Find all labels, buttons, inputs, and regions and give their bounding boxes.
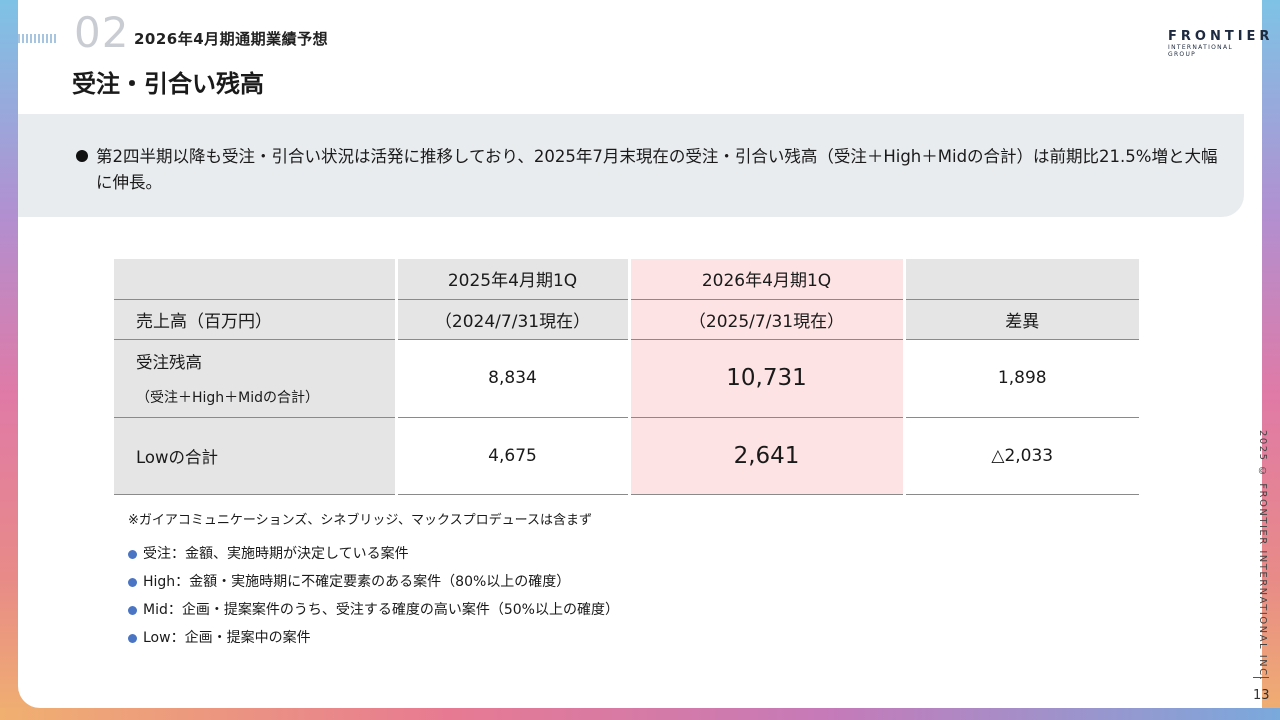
row-header-label: 売上高（百万円） bbox=[114, 299, 396, 340]
list-item: Mid：企画・提案案件のうち、受注する確度の高い案件（50%以上の確度） bbox=[128, 600, 619, 628]
definition-list: 受注：金額、実施時期が決定している案件 High：金額・実施時期に不確定要素のあ… bbox=[128, 544, 619, 656]
logo-subtitle: INTERNATIONAL GROUP bbox=[1168, 44, 1234, 58]
section-title: 2026年4月期通期業績予想 bbox=[134, 30, 329, 48]
header-blank-diff bbox=[902, 259, 1139, 300]
definition-text: 受注：金額、実施時期が決定している案件 bbox=[143, 546, 409, 562]
header-2025-period: 2025年4月期1Q bbox=[394, 259, 629, 300]
header-2026-date: （2025/7/31現在） bbox=[627, 299, 904, 340]
summary-text: 第2四半期以降も受注・引合い状況は活発に推移しており、2025年7月末現在の受注… bbox=[96, 147, 1218, 192]
value-2025: 4,675 bbox=[394, 417, 629, 495]
header-blank-cell bbox=[114, 259, 396, 300]
table-row: Lowの合計 4,675 2,641 △2,033 bbox=[114, 417, 1139, 495]
slide: 02 2026年4月期通期業績予想 受注・引合い残高 FRONTIER INTE… bbox=[18, 0, 1269, 708]
backlog-table: 2025年4月期1Q 2026年4月期1Q 売上高（百万円） （2024/7/3… bbox=[114, 259, 1139, 495]
value-2026: 10,731 bbox=[627, 339, 904, 418]
list-item: High：金額・実施時期に不確定要素のある案件（80%以上の確度） bbox=[128, 572, 619, 600]
table-header-row: 2025年4月期1Q 2026年4月期1Q bbox=[114, 259, 1139, 300]
definition-text: High：金額・実施時期に不確定要素のある案件（80%以上の確度） bbox=[143, 574, 571, 590]
row-label: 受注残高 （受注＋High＋Midの合計） bbox=[114, 339, 396, 418]
logo-name: FRONTIER bbox=[1168, 29, 1274, 44]
bullet-icon bbox=[128, 634, 137, 643]
header-diff: 差異 bbox=[902, 299, 1139, 340]
soundwave-logo-icon bbox=[1097, 25, 1159, 57]
row-label-main: 受注残高 bbox=[136, 353, 202, 372]
row-label-main: Lowの合計 bbox=[136, 447, 218, 467]
header-2026-period: 2026年4月期1Q bbox=[627, 259, 904, 300]
section-number: 02 bbox=[74, 8, 130, 57]
page-number-divider bbox=[1253, 677, 1269, 678]
bullet-icon bbox=[128, 578, 137, 587]
value-2026: 2,641 bbox=[627, 417, 904, 495]
bullet-icon bbox=[128, 550, 137, 559]
value-2025: 8,834 bbox=[394, 339, 629, 418]
list-item: Low：企画・提案中の案件 bbox=[128, 628, 619, 656]
bullet-icon bbox=[128, 606, 137, 615]
list-item: 受注：金額、実施時期が決定している案件 bbox=[128, 544, 619, 572]
value-diff: △2,033 bbox=[902, 417, 1139, 495]
definition-text: Low：企画・提案中の案件 bbox=[143, 630, 311, 646]
footnote: ※ガイアコミュニケーションズ、シネブリッジ、マックスプロデュースは含まず bbox=[128, 513, 592, 528]
bullet-icon bbox=[76, 150, 88, 162]
decorative-stripes bbox=[18, 34, 56, 43]
gradient-frame bbox=[0, 708, 1280, 720]
row-label: Lowの合計 bbox=[114, 417, 396, 495]
header-2025-date: （2024/7/31現在） bbox=[394, 299, 629, 340]
page-title: 受注・引合い残高 bbox=[72, 70, 264, 98]
company-logo: FRONTIER INTERNATIONAL GROUP bbox=[1096, 24, 1269, 58]
page-number: 13 bbox=[1253, 688, 1270, 703]
copyright-text: 2025 © FRONTIER INTERNATIONAL INC. bbox=[1257, 430, 1268, 682]
table-header-row: 売上高（百万円） （2024/7/31現在） （2025/7/31現在） 差異 bbox=[114, 299, 1139, 340]
row-label-sub: （受注＋High＋Midの合計） bbox=[136, 390, 320, 406]
value-diff: 1,898 bbox=[902, 339, 1139, 418]
table-row: 受注残高 （受注＋High＋Midの合計） 8,834 10,731 1,898 bbox=[114, 339, 1139, 418]
definition-text: Mid：企画・提案案件のうち、受注する確度の高い案件（50%以上の確度） bbox=[143, 602, 619, 618]
summary-box: 第2四半期以降も受注・引合い状況は活発に推移しており、2025年7月末現在の受注… bbox=[18, 114, 1244, 217]
